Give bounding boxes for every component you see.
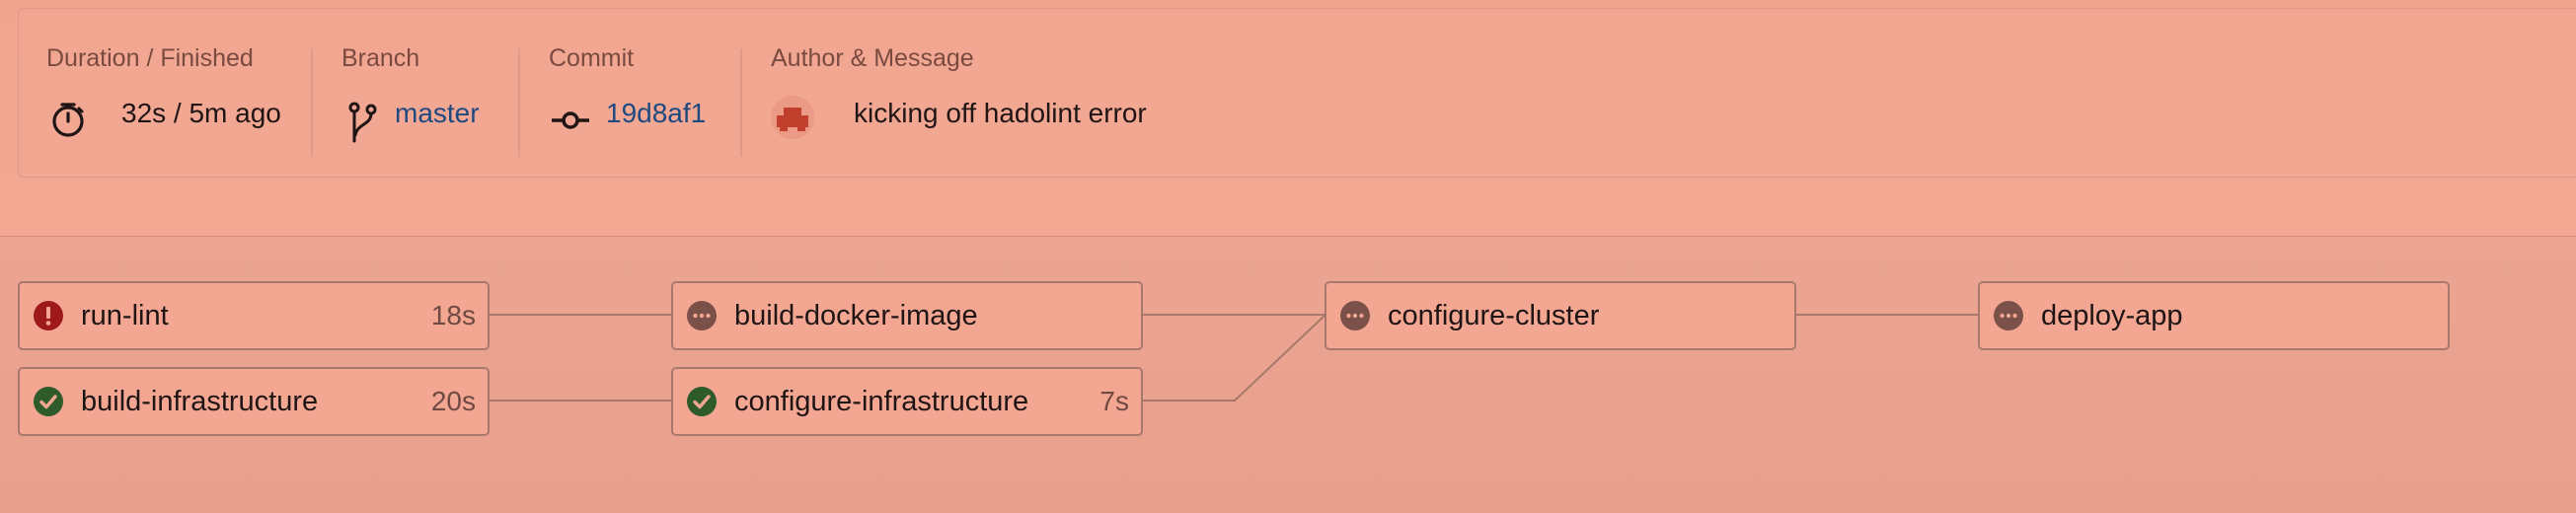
divider <box>311 48 313 157</box>
summary-card: Duration / Finished 32s / 5m ago Branch … <box>18 8 2576 178</box>
job-deploy-app[interactable]: deploy-app <box>1978 281 2450 350</box>
branch-section: Branch master <box>341 9 529 179</box>
commit-section: Commit 19d8af1 <box>549 9 756 179</box>
duration-value: 32s / 5m ago <box>121 98 281 128</box>
job-run-lint[interactable]: run-lint 18s <box>18 281 490 350</box>
commit-message: kicking off hadolint error <box>854 98 1147 128</box>
success-check-icon <box>34 387 63 416</box>
pending-icon <box>1994 301 2023 330</box>
job-name: configure-cluster <box>1388 300 1600 331</box>
job-name: deploy-app <box>2041 300 2183 331</box>
commit-link[interactable]: 19d8af1 <box>606 98 706 129</box>
git-commit-icon <box>552 111 589 129</box>
pending-icon <box>687 301 717 330</box>
job-duration: 18s <box>430 300 476 330</box>
divider <box>740 48 742 157</box>
commit-label: Commit <box>549 44 635 72</box>
pipeline-graph: run-lint 18s build-infrastructure 20s bu… <box>0 237 2576 513</box>
job-build-docker-image[interactable]: build-docker-image <box>671 281 1143 350</box>
stopwatch-icon <box>52 103 84 137</box>
job-configure-infrastructure[interactable]: configure-infrastructure 7s <box>671 367 1143 436</box>
author-label: Author & Message <box>771 44 974 72</box>
edge-configure-infrastructure-configure-cluster <box>1143 314 1326 402</box>
duration-section: Duration / Finished 32s / 5m ago <box>46 9 333 179</box>
job-build-infrastructure[interactable]: build-infrastructure 20s <box>18 367 490 436</box>
duration-label: Duration / Finished <box>46 44 254 72</box>
author-avatar <box>771 96 814 139</box>
job-name: configure-infrastructure <box>734 386 1029 417</box>
error-icon <box>34 301 63 330</box>
job-configure-cluster[interactable]: configure-cluster <box>1325 281 1796 350</box>
job-duration: 20s <box>430 386 476 416</box>
pending-icon <box>1340 301 1370 330</box>
git-branch-icon <box>348 102 377 143</box>
pipeline-summary-header: Duration / Finished 32s / 5m ago Branch … <box>0 0 2576 237</box>
branch-link[interactable]: master <box>395 98 480 129</box>
job-name: build-infrastructure <box>81 386 319 417</box>
job-name: run-lint <box>81 300 169 331</box>
job-duration: 7s <box>1099 386 1129 416</box>
divider <box>518 48 520 157</box>
branch-label: Branch <box>341 44 420 72</box>
success-check-icon <box>687 387 717 416</box>
job-name: build-docker-image <box>734 300 978 331</box>
author-section: Author & Message kicking off hadolint er… <box>771 9 1363 179</box>
